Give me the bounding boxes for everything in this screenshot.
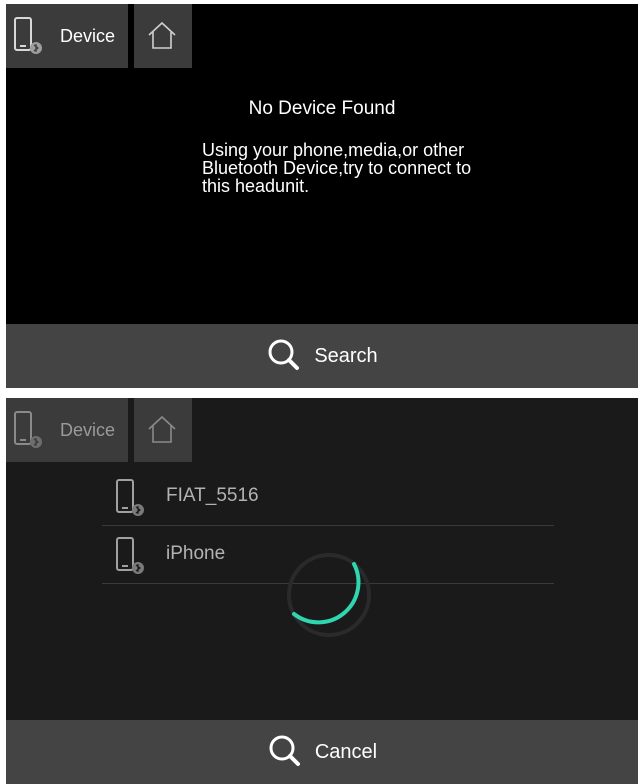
search-icon — [267, 733, 301, 772]
phone-bluetooth-icon — [12, 410, 46, 455]
message-body: Using your phone,media,or other Bluetoot… — [202, 140, 472, 196]
device-tab-label: Device — [60, 26, 116, 46]
phone-bluetooth-icon — [12, 16, 46, 61]
device-name: iPhone — [166, 543, 226, 564]
device-tab-label: Device — [60, 420, 116, 440]
device-tab[interactable]: Device — [6, 4, 128, 68]
cancel-button[interactable]: Cancel — [6, 720, 638, 784]
no-device-screen: Device No Device Found Using your phone,… — [6, 4, 638, 388]
search-icon — [266, 337, 300, 376]
search-button[interactable]: Search — [6, 324, 638, 388]
message-title: No Device Found — [248, 98, 396, 119]
phone-bluetooth-icon — [114, 478, 148, 523]
device-tab[interactable]: Device — [6, 398, 128, 462]
searching-screen: Device FIAT_5516 iPhone Cancel — [6, 398, 638, 784]
device-name: FIAT_5516 — [166, 485, 259, 506]
home-button[interactable] — [134, 398, 192, 462]
cancel-button-label: Cancel — [314, 740, 378, 763]
loading-spinner-icon — [284, 550, 374, 645]
home-button[interactable] — [134, 4, 192, 68]
search-button-label: Search — [314, 344, 378, 367]
phone-bluetooth-icon — [114, 536, 148, 581]
device-list-item[interactable]: FIAT_5516 — [102, 468, 554, 526]
